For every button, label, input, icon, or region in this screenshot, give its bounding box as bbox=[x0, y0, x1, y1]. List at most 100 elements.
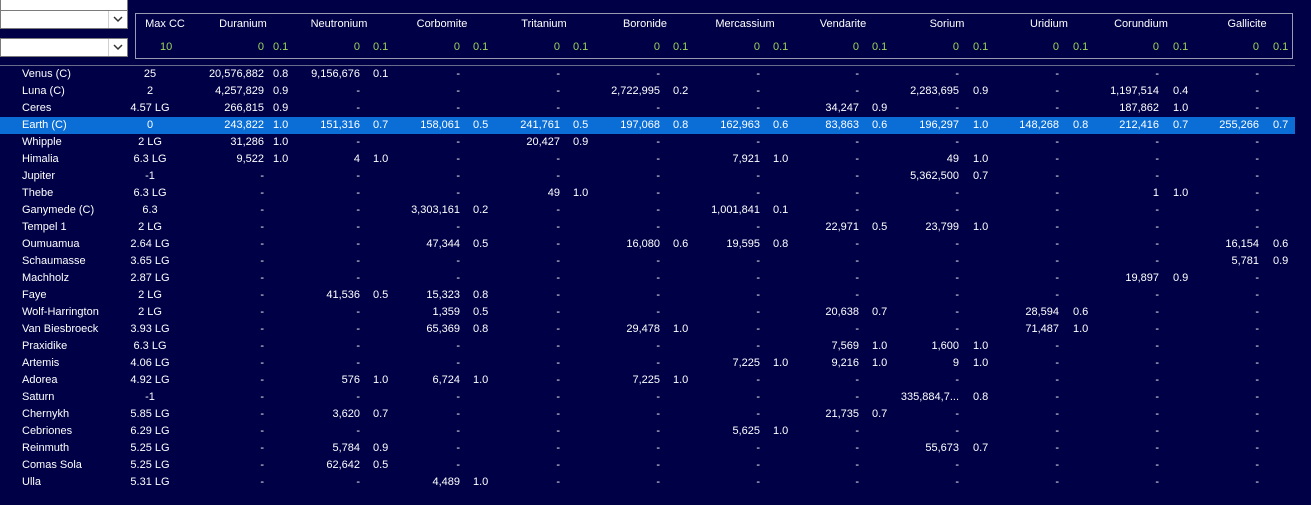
body-name: Luna (C) bbox=[22, 85, 65, 97]
table-row[interactable]: Earth (C) 0 243,822 1.0 151,316 0.7 158,061 0.5… bbox=[0, 117, 1295, 134]
mineral-amount: - bbox=[260, 459, 264, 471]
header-access-value: 0.1 bbox=[273, 41, 289, 53]
column-header-duranium[interactable]: Duranium bbox=[193, 18, 293, 30]
mineral-amount: - bbox=[955, 425, 959, 437]
mineral-amount: - bbox=[1155, 204, 1159, 216]
table-row[interactable]: Venus (C) 25 20,576,882 0.8 9,156,676 0.1- - - -… bbox=[0, 66, 1295, 83]
table-row[interactable]: Cebriones 6.29 LG - - - - -5,625 1.0- - - - - bbox=[0, 423, 1295, 440]
table-row[interactable]: Van Biesbroeck 3.93 LG - -65,369 0.8-29,478 1… bbox=[0, 321, 1295, 338]
table-row[interactable]: Comas Sola 5.25 LG -62,642 0.5- - - - - - - - - bbox=[0, 457, 1295, 474]
mineral-amount: - bbox=[456, 136, 460, 148]
mineral-amount: - bbox=[656, 136, 660, 148]
max-cc-value: -1 bbox=[145, 170, 155, 182]
column-header-uridium[interactable]: Uridium bbox=[999, 18, 1099, 30]
mineral-accessibility: 0.6 bbox=[1273, 238, 1289, 250]
mineral-amount: 5,784 bbox=[332, 442, 360, 454]
table-row[interactable]: Himalia 6.3 LG 9,522 1.0 4 1.0- - -7,921 1.0-49 1… bbox=[0, 151, 1295, 168]
column-header-tritanium[interactable]: Tritanium bbox=[494, 18, 594, 30]
mineral-amount: - bbox=[756, 442, 760, 454]
mineral-amount: - bbox=[456, 459, 460, 471]
mineral-amount: - bbox=[1255, 408, 1259, 420]
column-header-boronide[interactable]: Boronide bbox=[595, 18, 695, 30]
table-row[interactable]: Adorea 4.92 LG -576 1.0 6,724 1.0-7,225 1.0- - -… bbox=[0, 372, 1295, 389]
mineral-amount: - bbox=[1055, 255, 1059, 267]
mineral-amount: - bbox=[1255, 85, 1259, 97]
column-header-neutronium[interactable]: Neutronium bbox=[289, 18, 389, 30]
header-amount-value: 0 bbox=[1052, 41, 1059, 53]
mineral-amount: - bbox=[260, 238, 264, 250]
mineral-amount: - bbox=[456, 187, 460, 199]
mineral-amount: - bbox=[356, 221, 360, 233]
column-header-vendarite[interactable]: Vendarite bbox=[793, 18, 893, 30]
mineral-amount: 187,862 bbox=[1119, 102, 1159, 114]
filter-dropdown-1[interactable] bbox=[0, 10, 128, 29]
mineral-amount: 29,478 bbox=[626, 323, 660, 335]
mineral-amount: - bbox=[260, 187, 264, 199]
table-row[interactable]: Jupiter -1- - - - - - -5,362,500 0.7- - - bbox=[0, 168, 1295, 185]
mineral-amount: - bbox=[656, 425, 660, 437]
table-row[interactable]: Chernykh 5.85 LG -3,620 0.7- - - -21,735 0.7- - -… bbox=[0, 406, 1295, 423]
table-row[interactable]: Ceres 4.57 LG 266,815 0.9- - - - -34,247 0.9- -18… bbox=[0, 100, 1295, 117]
header-amount-value: 0 bbox=[952, 41, 959, 53]
column-header-sorium[interactable]: Sorium bbox=[897, 18, 997, 30]
mineral-amount: 196,297 bbox=[919, 119, 959, 131]
table-row[interactable]: Ganymede (C) 6.3- -3,303,161 0.2- -1,001,841… bbox=[0, 202, 1295, 219]
mineral-amount: 4 bbox=[353, 153, 360, 165]
mineral-amount: - bbox=[855, 204, 859, 216]
column-header-corundium[interactable]: Corundium bbox=[1091, 18, 1191, 30]
body-name: Faye bbox=[22, 289, 47, 301]
table-row[interactable]: Saturn -1- - - - - - -335,884,7... 0.8- - - bbox=[0, 389, 1295, 406]
mineral-amount: - bbox=[656, 153, 660, 165]
table-row[interactable]: Oumuamua 2.64 LG - -47,344 0.5-16,080 0.6 19,5… bbox=[0, 236, 1295, 253]
body-name: Artemis bbox=[22, 357, 60, 369]
mineral-amount: - bbox=[1155, 221, 1159, 233]
max-cc-value: 0 bbox=[146, 119, 154, 131]
chevron-down-icon[interactable] bbox=[108, 39, 127, 56]
table-row[interactable]: Whipple 2 LG 31,286 1.0- -20,427 0.9- - - - - - - bbox=[0, 134, 1295, 151]
table-row[interactable]: Luna (C) 2 4,257,829 0.9- - -2,722,995 0.2- -2,… bbox=[0, 83, 1295, 100]
column-header-corbomite[interactable]: Corbomite bbox=[392, 18, 492, 30]
table-row[interactable]: Wolf-Harrington 2 LG - -1,359 0.5- - -20,638 0.… bbox=[0, 304, 1295, 321]
mineral-amount: 158,061 bbox=[420, 119, 460, 131]
mineral-amount: - bbox=[1255, 357, 1259, 369]
table-row[interactable]: Tempel 12 LG - - - - - -22,971 0.5 23,799 1.0- - - bbox=[0, 219, 1295, 236]
mineral-amount: 7,225 bbox=[632, 374, 660, 386]
mineral-amount: - bbox=[955, 289, 959, 301]
mineral-amount: - bbox=[556, 374, 560, 386]
mineral-amount: - bbox=[356, 85, 360, 97]
mineral-amount: - bbox=[855, 442, 859, 454]
table-row[interactable]: Reinmuth 5.25 LG -5,784 0.9- - - - -55,673 0.7- -… bbox=[0, 440, 1295, 457]
mineral-amount: 55,673 bbox=[925, 442, 959, 454]
mineral-amount: 19,897 bbox=[1125, 272, 1159, 284]
column-header-mercassium[interactable]: Mercassium bbox=[695, 18, 795, 30]
table-row[interactable]: Schaumasse 3.65 LG - - - - - - - - - - 5,781 0.9 bbox=[0, 253, 1295, 270]
mineral-amount: - bbox=[260, 170, 264, 182]
mineral-amount: - bbox=[656, 102, 660, 114]
mineral-amount: - bbox=[756, 170, 760, 182]
filter-dropdown-2[interactable] bbox=[0, 38, 128, 57]
mineral-amount: - bbox=[556, 238, 560, 250]
max-cc-value: 2.87 LG bbox=[130, 272, 170, 284]
mineral-amount: - bbox=[1155, 374, 1159, 386]
table-row[interactable]: Thebe 6.3 LG - - -49 1.0- - - - -1 1.0- bbox=[0, 185, 1295, 202]
mineral-amount: - bbox=[260, 425, 264, 437]
mineral-amount: - bbox=[1055, 374, 1059, 386]
header-access-value: 0.1 bbox=[973, 41, 989, 53]
mineral-amount: - bbox=[656, 170, 660, 182]
table-row[interactable]: Machholz 2.87 LG - - - - - - - - -19,897 0.9- bbox=[0, 270, 1295, 287]
table-row[interactable]: Artemis 4.06 LG - - - - -7,225 1.0 9,216 1.0 9 1.0-… bbox=[0, 355, 1295, 372]
mineral-amount: - bbox=[1255, 323, 1259, 335]
mineral-amount: 3,303,161 bbox=[411, 204, 460, 216]
max-cc-value: 2 LG bbox=[138, 306, 162, 318]
mineral-amount: - bbox=[1055, 221, 1059, 233]
table-row[interactable]: Faye 2 LG -41,536 0.5 15,323 0.8- - - - - - - - bbox=[0, 287, 1295, 304]
mineral-amount: 243,822 bbox=[224, 119, 264, 131]
table-row[interactable]: Praxidike 6.3 LG - - - - - -7,569 1.0 1,600 1.0- - - bbox=[0, 338, 1295, 355]
mineral-amount: - bbox=[756, 340, 760, 352]
body-name: Jupiter bbox=[22, 170, 56, 182]
column-header-gallicite[interactable]: Gallicite bbox=[1197, 18, 1297, 30]
header-access-value: 0.1 bbox=[1273, 41, 1289, 53]
table-row[interactable]: Ulla 5.31 LG - -4,489 1.0- - - - - - - - bbox=[0, 474, 1295, 491]
mineral-amount: - bbox=[656, 442, 660, 454]
mineral-amount: - bbox=[556, 408, 560, 420]
